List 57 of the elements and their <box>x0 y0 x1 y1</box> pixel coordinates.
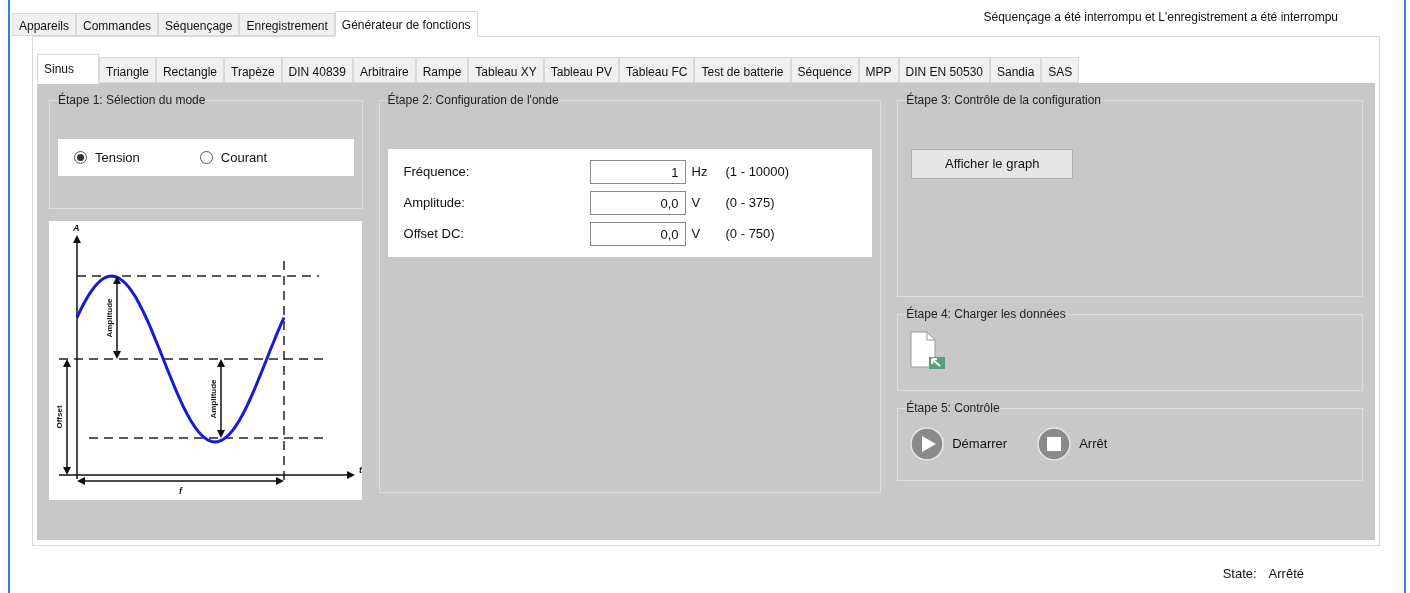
play-icon <box>910 427 945 461</box>
tab[interactable]: Sandia <box>990 57 1042 83</box>
tab[interactable]: Test de batterie <box>694 57 791 83</box>
tab[interactable]: MPP <box>858 57 899 83</box>
range-label: (0 - 750) <box>725 225 775 244</box>
unit-label: V <box>690 225 702 244</box>
group-title: Étape 2: Configuration de l'onde <box>387 91 559 109</box>
tab[interactable]: Commandes <box>76 13 159 36</box>
tab[interactable]: Enregistrement <box>239 13 335 36</box>
period-label: f <box>179 486 182 496</box>
tab[interactable]: SAS <box>1041 57 1080 83</box>
tab[interactable]: Générateur de fonctions <box>334 11 478 37</box>
field-label: Fréquence: <box>403 163 471 182</box>
group-title: Étape 5: Contrôle <box>906 399 1000 417</box>
tab[interactable]: Tableau PV <box>543 57 620 83</box>
range-label: (1 - 10000) <box>725 163 790 182</box>
group-title: Étape 4: Charger les données <box>906 305 1066 323</box>
show-graph-button[interactable]: Afficher le graph <box>911 149 1074 179</box>
tab[interactable]: DIN 40839 <box>281 57 353 83</box>
radio-option[interactable]: Courant <box>199 147 268 168</box>
tab[interactable]: Séquençage <box>158 13 240 36</box>
input-field[interactable]: 0,0 <box>589 222 686 246</box>
tab[interactable]: Sinus <box>37 54 100 84</box>
offset-label: Offset <box>55 405 64 429</box>
radio-button[interactable] <box>74 151 87 164</box>
range-label: (0 - 375) <box>725 194 775 213</box>
tab[interactable]: Arbitraire <box>352 57 416 83</box>
status-message: Séquençage a été interrompu et L'enregistrement a été interrompu <box>983 9 1339 26</box>
control-label[interactable]: Démarrer <box>952 434 1008 454</box>
input-field[interactable]: 1 <box>589 160 686 184</box>
tab[interactable]: DIN EN 50530 <box>898 57 990 83</box>
state-value: Arrêté <box>1268 565 1304 583</box>
tab[interactable]: Séquence <box>790 57 859 83</box>
group-title: Étape 1: Sélection du mode <box>58 91 206 109</box>
unit-label: Hz <box>690 163 709 182</box>
tab[interactable]: Appareils <box>12 13 77 36</box>
stop-icon <box>1037 427 1072 461</box>
radio-option[interactable]: Tension <box>74 147 140 168</box>
group-title: Étape 3: Contrôle de la configuration <box>906 91 1101 109</box>
state-label: State: <box>1222 565 1257 583</box>
axis-label: A <box>73 223 80 233</box>
amplitude-label: Amplitude <box>209 379 218 419</box>
tab[interactable]: Triangle <box>99 57 156 83</box>
tab[interactable]: Tableau XY <box>468 57 544 83</box>
radio-button[interactable] <box>199 151 213 164</box>
axis-label: t <box>359 465 362 475</box>
load-file-icon[interactable] <box>910 331 947 369</box>
amplitude-label: Amplitude <box>105 298 114 338</box>
field-label: Amplitude: <box>403 194 466 213</box>
tab[interactable]: Trapèze <box>224 57 282 83</box>
tab[interactable]: Tableau FC <box>619 57 695 83</box>
control-label[interactable]: Arrêt <box>1079 434 1108 454</box>
tab[interactable]: Rampe <box>415 57 469 83</box>
unit-label: V <box>690 194 702 213</box>
input-field[interactable]: 0,0 <box>589 191 686 215</box>
field-label: Offset DC: <box>403 225 465 244</box>
tab[interactable]: Rectangle <box>155 57 224 83</box>
